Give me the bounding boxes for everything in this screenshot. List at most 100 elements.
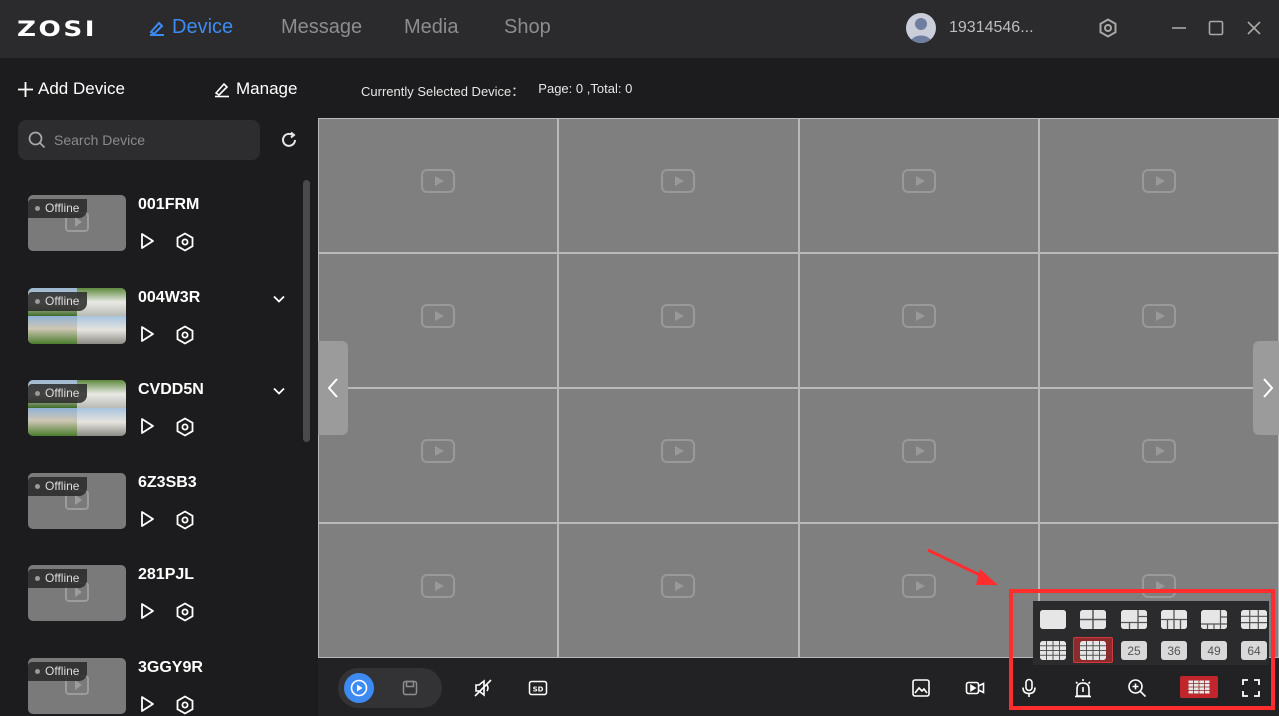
video-cell[interactable] bbox=[799, 389, 1038, 522]
chevron-down-icon[interactable] bbox=[272, 292, 286, 306]
layout-25-button[interactable]: 25 bbox=[1121, 641, 1147, 660]
close-button[interactable] bbox=[1243, 17, 1265, 39]
fullscreen-icon[interactable] bbox=[1241, 678, 1261, 698]
video-cell[interactable] bbox=[1039, 119, 1278, 252]
device-settings-icon[interactable] bbox=[175, 695, 195, 715]
layout-1-button[interactable] bbox=[1040, 610, 1066, 629]
brand-logo: ZOSI bbox=[17, 17, 98, 41]
user-account-name[interactable]: 19314546... bbox=[949, 19, 1034, 37]
layout-64-button[interactable]: 64 bbox=[1241, 641, 1267, 660]
play-placeholder-icon bbox=[661, 438, 696, 463]
settings-button[interactable] bbox=[1097, 17, 1119, 39]
layout-49-button[interactable]: 49 bbox=[1201, 641, 1227, 660]
minimize-button[interactable] bbox=[1168, 17, 1190, 39]
layout-16-button[interactable] bbox=[1080, 641, 1106, 660]
svg-text:SD: SD bbox=[533, 686, 544, 694]
layout-10-button[interactable] bbox=[1241, 610, 1267, 629]
video-cell[interactable] bbox=[319, 119, 558, 252]
zoom-in-icon[interactable] bbox=[1127, 678, 1147, 698]
layout-36-button[interactable]: 36 bbox=[1161, 641, 1187, 660]
next-page-button[interactable] bbox=[1253, 341, 1279, 435]
video-cell[interactable] bbox=[799, 254, 1038, 387]
play-placeholder-icon bbox=[661, 168, 696, 193]
play-icon[interactable] bbox=[138, 232, 156, 250]
play-placeholder-icon bbox=[1141, 303, 1176, 328]
video-cell[interactable] bbox=[559, 254, 798, 387]
chevron-down-icon[interactable] bbox=[272, 384, 286, 398]
layout-picker-popup: 25 36 49 64 bbox=[1033, 601, 1269, 665]
nav-tab-shop[interactable]: Shop bbox=[504, 16, 551, 39]
sidebar-scrollbar[interactable] bbox=[303, 180, 310, 442]
device-item-004w3r[interactable]: Offline 004W3R bbox=[0, 288, 300, 368]
nav-tab-message[interactable]: Message bbox=[281, 16, 362, 39]
video-cell[interactable] bbox=[559, 524, 798, 657]
alarm-siren-icon[interactable] bbox=[1073, 678, 1093, 698]
layout-8-button[interactable] bbox=[1161, 610, 1187, 629]
play-placeholder-icon bbox=[421, 303, 456, 328]
device-settings-icon[interactable] bbox=[175, 510, 195, 530]
nav-tab-message-label: Message bbox=[281, 16, 363, 38]
sd-quality-icon[interactable]: SD bbox=[528, 678, 548, 698]
manage-button[interactable]: Manage bbox=[213, 79, 297, 99]
mute-icon[interactable] bbox=[473, 678, 493, 698]
device-item-3ggy9r[interactable]: Offline 3GGY9R bbox=[0, 658, 300, 716]
nav-tab-media[interactable]: Media bbox=[404, 16, 458, 39]
nav-tab-device-label: Device bbox=[172, 16, 234, 38]
prev-page-button[interactable] bbox=[318, 341, 348, 435]
device-settings-icon[interactable] bbox=[175, 232, 195, 252]
video-cell[interactable] bbox=[319, 524, 558, 657]
storage-icon[interactable] bbox=[402, 680, 418, 696]
play-icon[interactable] bbox=[138, 417, 156, 435]
maximize-button[interactable] bbox=[1205, 17, 1227, 39]
layout-6-button[interactable] bbox=[1121, 610, 1147, 629]
layout-4-button[interactable] bbox=[1080, 610, 1106, 629]
layout-13-icon bbox=[1040, 641, 1066, 660]
layout-1-icon bbox=[1040, 610, 1066, 629]
nav-tab-media-label: Media bbox=[404, 16, 459, 38]
device-item-001frm[interactable]: Offline 001FRM bbox=[0, 195, 300, 275]
layout-13-button[interactable] bbox=[1040, 641, 1066, 660]
plus-icon bbox=[18, 81, 33, 97]
device-settings-icon[interactable] bbox=[175, 602, 195, 622]
layout-8-icon bbox=[1161, 610, 1187, 629]
layout-selector-button[interactable] bbox=[1180, 676, 1218, 698]
person-icon bbox=[910, 18, 932, 43]
device-item-281pjl[interactable]: Offline 281PJL bbox=[0, 565, 300, 645]
snapshot-icon[interactable] bbox=[911, 678, 931, 698]
video-cell[interactable] bbox=[319, 389, 558, 522]
refresh-button[interactable] bbox=[279, 130, 299, 150]
video-cell[interactable] bbox=[559, 389, 798, 522]
device-name: CVDD5N bbox=[138, 381, 204, 398]
search-box bbox=[18, 120, 260, 160]
device-item-6z3sb3[interactable]: Offline 6Z3SB3 bbox=[0, 473, 300, 553]
manage-label: Manage bbox=[236, 79, 298, 98]
video-cell[interactable] bbox=[559, 119, 798, 252]
user-avatar[interactable] bbox=[906, 13, 936, 43]
layout-9-button[interactable] bbox=[1201, 610, 1227, 629]
device-name: 001FRM bbox=[138, 196, 200, 213]
play-icon[interactable] bbox=[138, 602, 156, 620]
video-cell[interactable] bbox=[1039, 389, 1278, 522]
play-icon[interactable] bbox=[138, 510, 156, 528]
video-cell[interactable] bbox=[319, 254, 558, 387]
device-tab-icon bbox=[149, 21, 164, 36]
play-icon[interactable] bbox=[138, 695, 156, 713]
search-device-input[interactable] bbox=[54, 132, 244, 148]
grid-layout-icon bbox=[1188, 680, 1210, 694]
play-icon[interactable] bbox=[138, 325, 156, 343]
nav-tab-device[interactable]: Device bbox=[148, 16, 233, 39]
microphone-icon[interactable] bbox=[1019, 678, 1039, 698]
add-device-button[interactable]: Add Device bbox=[17, 79, 125, 99]
video-cell[interactable] bbox=[799, 119, 1038, 252]
device-item-cvdd5n[interactable]: Offline CVDD5N bbox=[0, 380, 300, 460]
live-mode-button[interactable] bbox=[344, 673, 374, 703]
play-placeholder-icon bbox=[661, 573, 696, 598]
record-video-icon[interactable] bbox=[965, 678, 985, 698]
play-placeholder-icon bbox=[421, 438, 456, 463]
play-placeholder-icon bbox=[661, 303, 696, 328]
total-count: 0 bbox=[625, 81, 633, 96]
device-settings-icon[interactable] bbox=[175, 417, 195, 437]
play-placeholder-icon bbox=[1141, 168, 1176, 193]
device-settings-icon[interactable] bbox=[175, 325, 195, 345]
video-cell[interactable] bbox=[1039, 254, 1278, 387]
